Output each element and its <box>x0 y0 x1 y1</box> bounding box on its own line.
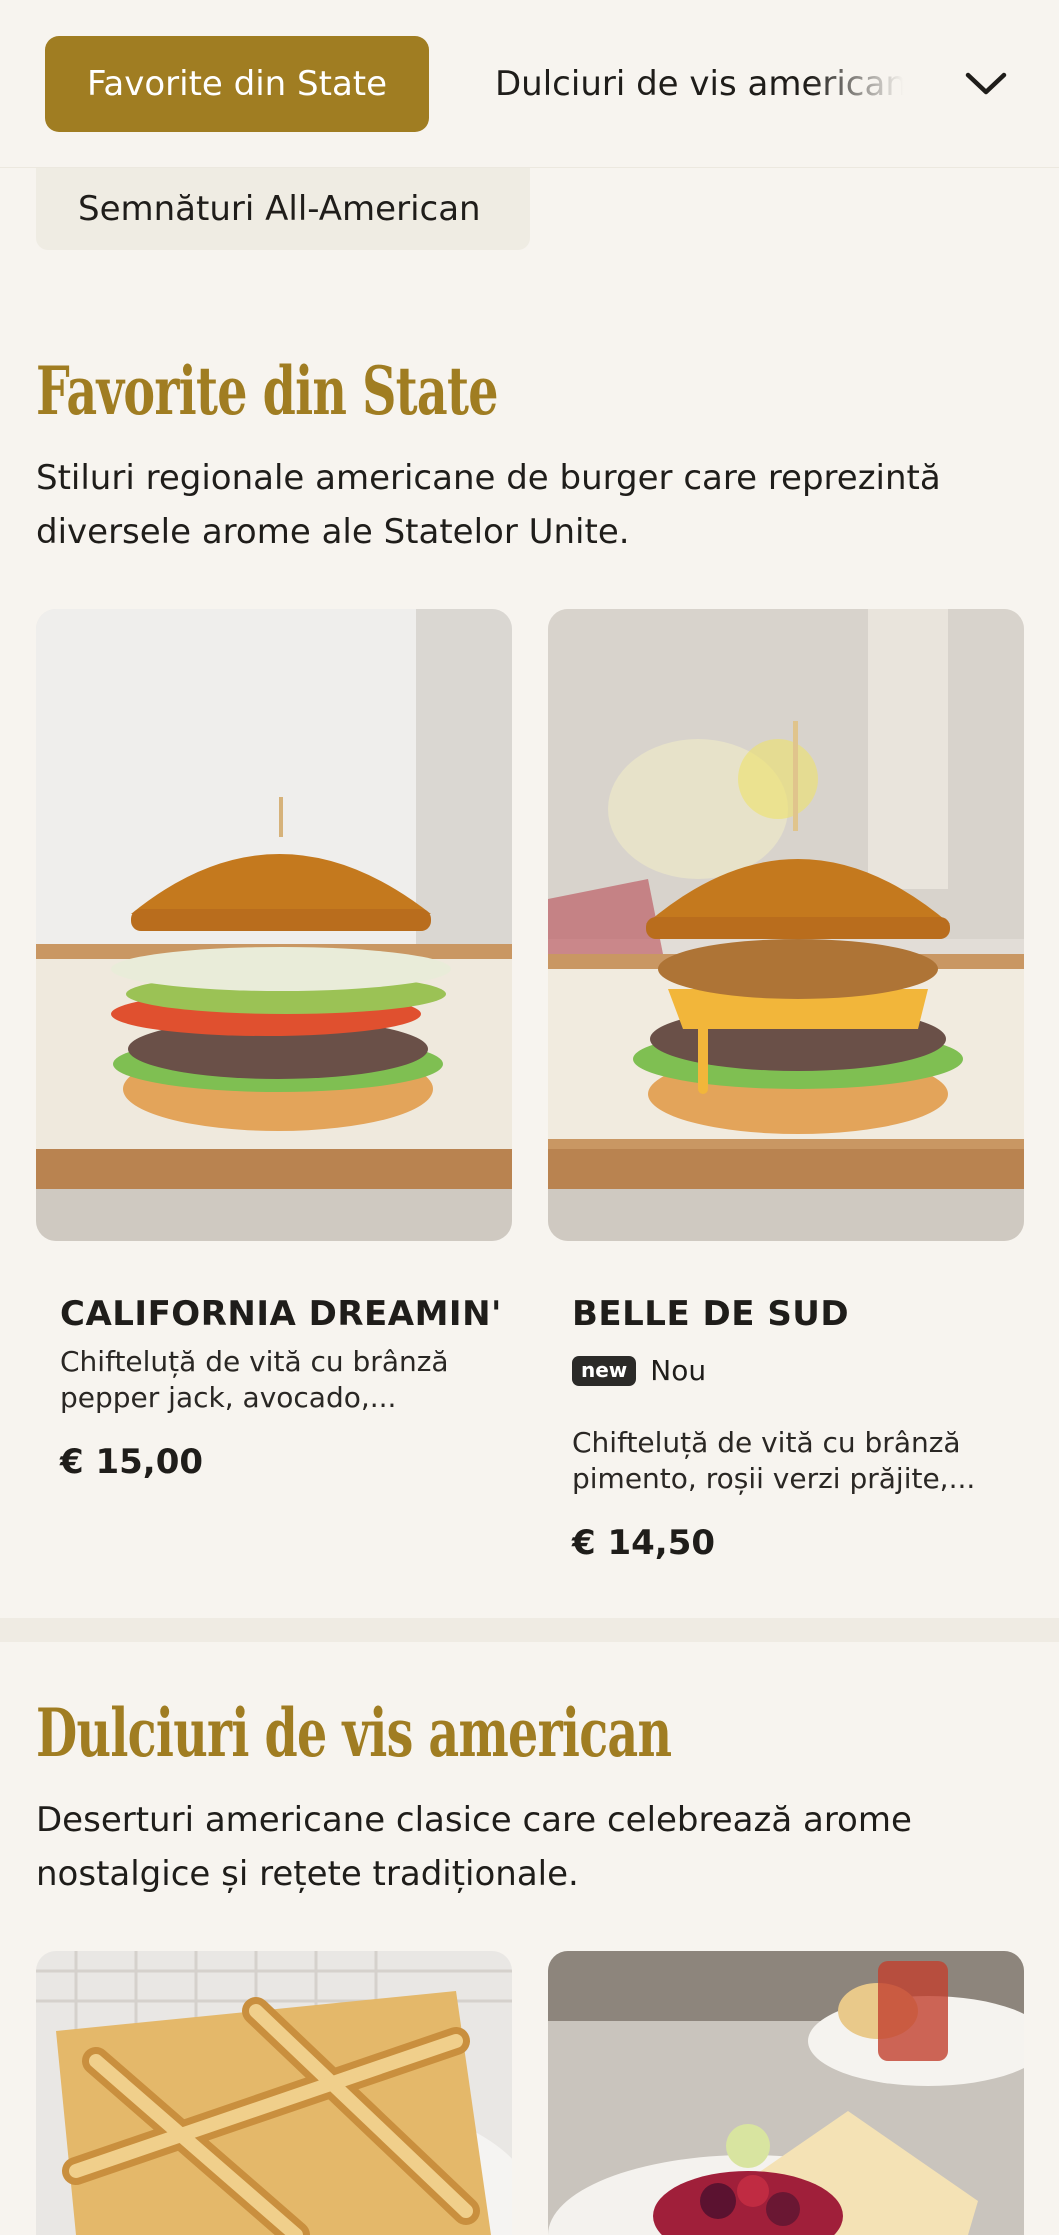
section-divider <box>0 1618 1059 1642</box>
product-name[interactable]: CALIFORNIA DREAMIN' <box>60 1294 502 1334</box>
product-image-cheesecake[interactable] <box>548 1951 1024 2235</box>
section-description: Stiluri regionale americane de burger ca… <box>36 458 941 552</box>
category-tab-signatures[interactable]: Semnături All-American <box>36 168 530 250</box>
product-price: € 14,50 <box>572 1523 716 1563</box>
category-nav: Favorite din State Dulciuri de vis ameri… <box>0 0 1059 168</box>
product-price: € 15,00 <box>60 1442 204 1482</box>
section-description: Deserturi americane clasice care celebre… <box>36 1800 912 1894</box>
tab-fade-overlay <box>810 36 920 132</box>
section-title: Dulciuri de vis american <box>36 1694 672 1772</box>
new-badge: new <box>572 1355 637 1386</box>
product-image-apple-pie[interactable] <box>36 1951 512 2235</box>
product-description: Chifteluță de vită cu brânză pepper jack… <box>60 1345 449 1414</box>
chevron-down-icon[interactable] <box>960 58 1012 110</box>
product-name[interactable]: BELLE DE SUD <box>572 1294 849 1334</box>
new-badge-row: new Nou <box>572 1354 706 1387</box>
section-title: Favorite din State <box>36 352 498 430</box>
new-badge-label: Nou <box>650 1354 707 1387</box>
category-tab-active[interactable]: Favorite din State <box>45 36 429 132</box>
product-image-belle-de-sud[interactable] <box>548 609 1024 1241</box>
product-description: Chifteluță de vită cu brânză pimento, ro… <box>572 1426 976 1495</box>
product-image-california[interactable] <box>36 609 512 1241</box>
